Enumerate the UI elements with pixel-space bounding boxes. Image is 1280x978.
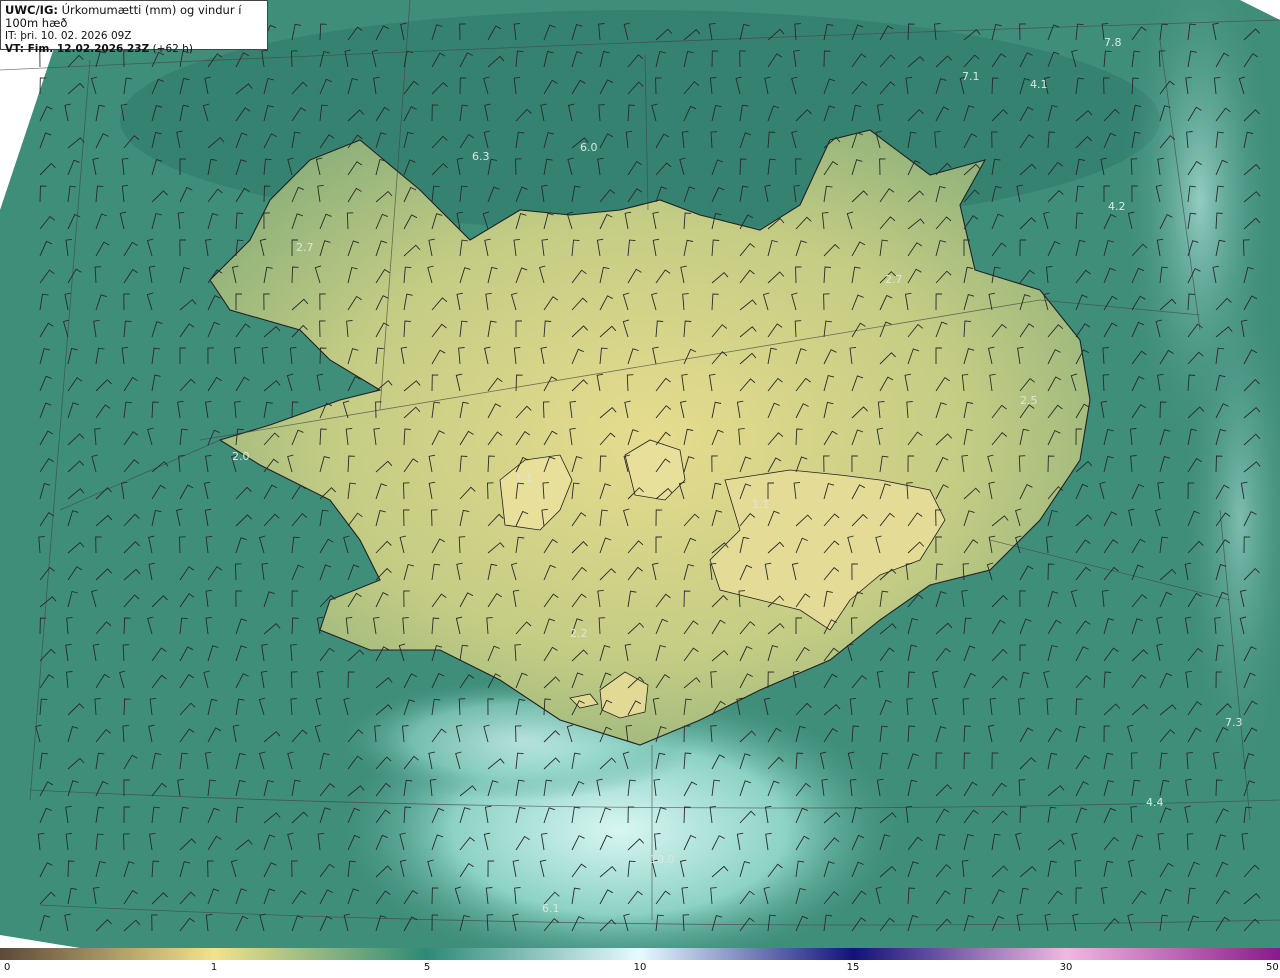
value-label: 2.5 xyxy=(1020,394,1038,407)
value-label: 4.2 xyxy=(1108,200,1126,213)
value-label: 6.0 xyxy=(580,141,598,154)
value-label: 2.0 xyxy=(232,450,250,463)
valid-time: VT: Fim. 12.02.2026 23Z (+62 h) xyxy=(5,43,193,55)
colorbar-tick: 15 xyxy=(846,962,860,973)
value-label: 1.1 xyxy=(515,472,533,485)
weather-map: 7.8 7.1 4.1 6.3 6.0 4.2 2.7 2.7 2.5 1.1 … xyxy=(0,0,1280,948)
map-title: UWC/IG: Úrkomumætti (mm) og vindur í 100… xyxy=(5,3,242,30)
value-label: 7.3 xyxy=(1225,716,1243,729)
value-label: 4.4 xyxy=(1146,796,1164,809)
value-label: 6.1 xyxy=(542,902,560,915)
precipitation-colorbar xyxy=(0,948,1280,960)
colorbar-ticks: 0 1 5 10 15 30 50 xyxy=(0,962,1280,978)
value-label: 2.2 xyxy=(570,627,588,640)
value-label: 2.7 xyxy=(296,241,314,254)
colorbar-tick: 30 xyxy=(1059,962,1073,973)
map-info-box: UWC/IG: Úrkomumætti (mm) og vindur í 100… xyxy=(0,0,268,55)
init-time: IT: þri. 10. 02. 2026 09Z xyxy=(5,30,132,42)
colorbar-tick: 50 xyxy=(1266,962,1279,973)
value-label: 4.1 xyxy=(1030,78,1048,91)
colorbar-tick: 1 xyxy=(210,962,218,973)
colorbar-tick: 0 xyxy=(4,962,11,973)
value-label: 6.3 xyxy=(472,150,490,163)
value-label: 7.1 xyxy=(962,70,980,83)
colorbar-tick: 5 xyxy=(423,962,431,973)
value-label: 10.0 xyxy=(650,853,675,866)
value-label: 1.1 xyxy=(752,498,770,511)
value-label: 2.7 xyxy=(885,273,903,286)
value-label: 7.8 xyxy=(1104,36,1122,49)
colorbar-tick: 10 xyxy=(633,962,647,973)
